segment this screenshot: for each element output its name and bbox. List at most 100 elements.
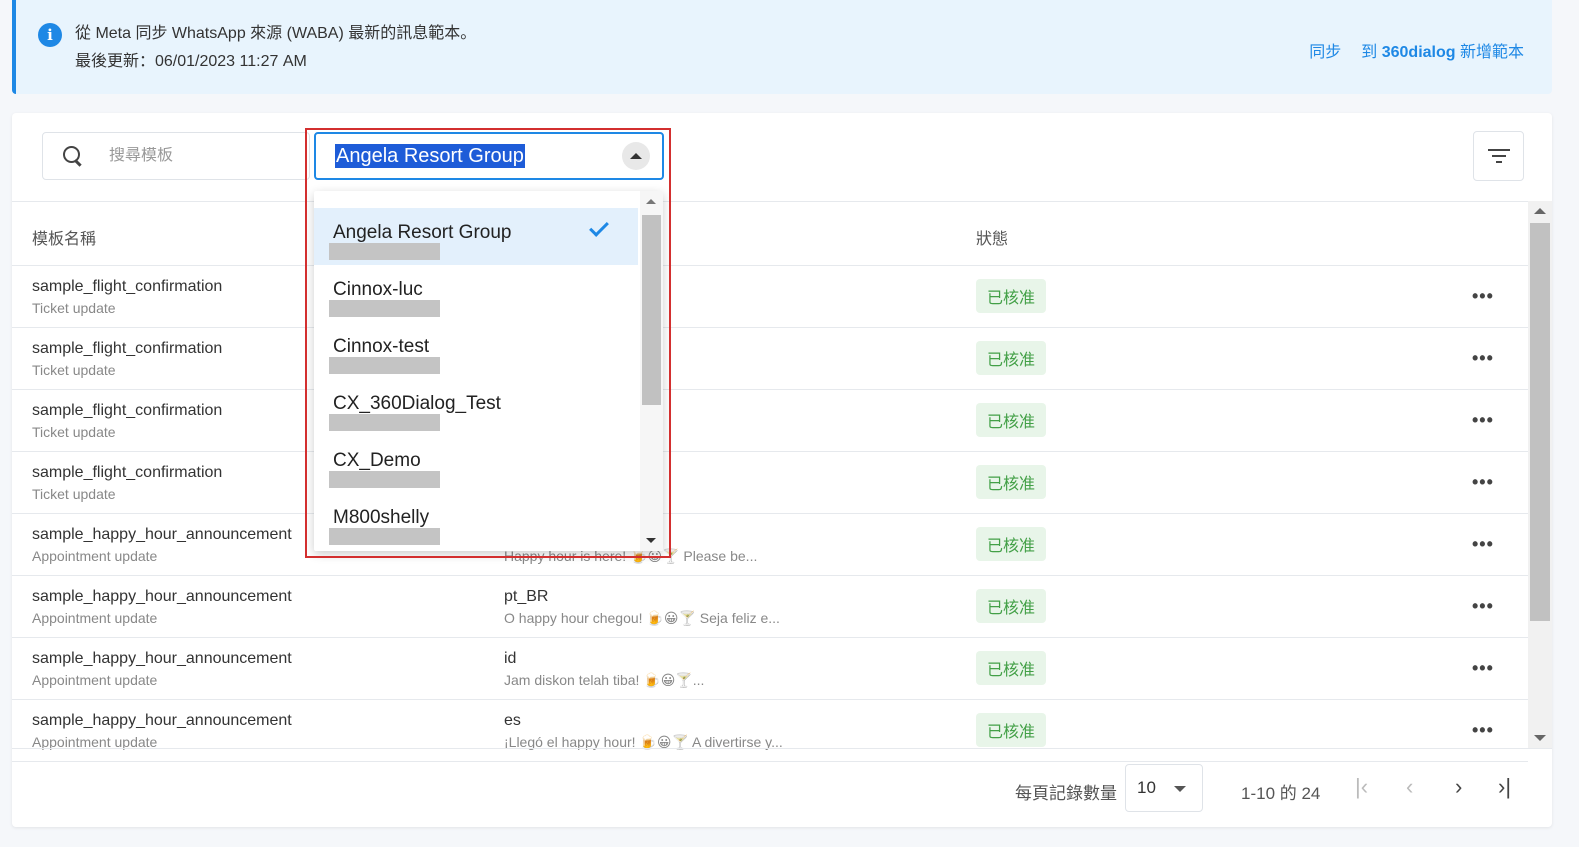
per-page-value: 10 (1137, 778, 1156, 797)
table-row[interactable]: sample_flight_confirmationTicket update{… (12, 452, 1528, 514)
more-actions-icon[interactable]: ••• (1472, 596, 1494, 617)
more-actions-icon[interactable]: ••• (1472, 534, 1494, 555)
chevron-up-icon (630, 153, 642, 159)
templates-table: 模板名稱 狀態 sample_flight_confirmation Ticket… (12, 201, 1528, 762)
template-category: Appointment update (32, 672, 158, 688)
search-box[interactable] (42, 132, 310, 180)
header-status[interactable]: 狀態 (976, 225, 1008, 249)
status-badge: 已核准 (976, 403, 1047, 437)
template-preview: O happy hour chegou! 🍺😀🍸 Seja feliz e... (504, 610, 780, 626)
page-range: 1-10 的 24 (1241, 784, 1321, 803)
redacted-subtext (329, 414, 440, 431)
dropdown-scroll-up-icon[interactable] (646, 199, 656, 204)
template-category: Ticket update (32, 300, 116, 316)
check-icon (589, 217, 609, 237)
table-row[interactable]: sample_flight_confirmationTicket updaten… (12, 390, 1528, 452)
table-row[interactable]: sample_flight_confirmationTicket updated… (12, 266, 1528, 328)
status-badge: 已核准 (976, 279, 1047, 313)
scroll-up-icon[interactable] (1534, 208, 1546, 214)
template-name: sample_flight_confirmation (32, 278, 223, 295)
template-category: Ticket update (32, 424, 116, 440)
dropdown-option[interactable]: CX_360Dialog_Test (314, 379, 638, 436)
dropdown-option[interactable]: Angela Resort Group (314, 208, 638, 265)
dropdown-option[interactable]: Cinnox-luc (314, 265, 638, 322)
template-name: sample_happy_hour_announcement (32, 650, 292, 667)
redacted-subtext (329, 300, 440, 317)
chevron-down-icon (1174, 786, 1186, 792)
dropdown-scroll-thumb[interactable] (642, 215, 661, 405)
status-badge: 已核准 (976, 465, 1047, 499)
status-badge: 已核准 (976, 713, 1047, 747)
status-badge: 已核准 (976, 589, 1047, 623)
option-label: CX_Demo (333, 450, 421, 471)
account-select-value: Angela Resort Group (335, 144, 525, 168)
dropdown-option[interactable]: CX_Demo (314, 436, 638, 493)
template-name: sample_happy_hour_announcement (32, 526, 292, 543)
template-language: id (504, 650, 517, 667)
more-actions-icon[interactable]: ••• (1472, 410, 1494, 431)
more-actions-icon[interactable]: ••• (1472, 348, 1494, 369)
dropdown-option[interactable]: M800shelly (314, 493, 638, 550)
template-name: sample_flight_confirmation (32, 402, 223, 419)
per-page-select[interactable]: 10 (1125, 764, 1203, 812)
template-category: Appointment update (32, 610, 158, 626)
redacted-subtext (329, 528, 440, 545)
dropdown-option[interactable]: Cinnox-test (314, 322, 638, 379)
status-badge: 已核准 (976, 341, 1047, 375)
pagination: 每頁記錄數量 10 1-10 的 24 |‹ ‹ › ›| (12, 748, 1552, 827)
status-badge: 已核准 (976, 651, 1047, 685)
template-preview: Jam diskon telah tiba! 🍺😀🍸... (504, 672, 705, 688)
header-template-name[interactable]: 模板名稱 (32, 225, 96, 249)
next-page-icon[interactable]: › (1455, 775, 1462, 799)
dropdown-toggle[interactable] (622, 142, 650, 170)
templates-card: 模板名稱 狀態 sample_flight_confirmation Ticket… (12, 113, 1552, 827)
sync-link[interactable]: 同步 (1309, 38, 1341, 62)
more-actions-icon[interactable]: ••• (1472, 658, 1494, 679)
prev-page-icon[interactable]: ‹ (1406, 775, 1413, 799)
template-category: Ticket update (32, 486, 116, 502)
last-updated-text: 最後更新：06/01/2023 11:27 AM (75, 53, 307, 70)
template-language: es (504, 712, 521, 729)
table-row[interactable]: sample_flight_confirmationTicket updatei… (12, 328, 1528, 390)
dropdown-scrollbar[interactable] (640, 191, 663, 551)
table-scrollbar[interactable] (1528, 201, 1552, 748)
search-input[interactable] (109, 147, 289, 165)
table-header: 模板名稱 狀態 (12, 201, 1528, 266)
account-select[interactable]: Angela Resort Group (314, 132, 664, 180)
table-row[interactable]: sample_happy_hour_announcement Appointmen… (12, 638, 1528, 700)
template-name: sample_flight_confirmation (32, 340, 223, 357)
table-row[interactable]: sample_happy_hour_announcement Appointmen… (12, 514, 1528, 576)
scroll-thumb[interactable] (1530, 223, 1550, 621)
banner-message: 從 Meta 同步 WhatsApp 來源 (WABA) 最新的訊息範本。 (75, 25, 477, 42)
more-actions-icon[interactable]: ••• (1472, 286, 1494, 307)
table-body: sample_flight_confirmationTicket updated… (12, 266, 1528, 762)
search-icon (61, 144, 85, 168)
account-dropdown-menu: Angela Resort Group Cinnox-luc Cinnox-test… (314, 191, 663, 551)
add-template-prefix: 到 (1361, 44, 1378, 61)
template-name: sample_happy_hour_announcement (32, 712, 292, 729)
more-actions-icon[interactable]: ••• (1472, 472, 1494, 493)
scroll-down-icon[interactable] (1534, 735, 1546, 741)
option-label: Angela Resort Group (333, 222, 512, 243)
banner-actions: 同步 到 360dialog 新增範本 (1309, 38, 1524, 62)
option-label: M800shelly (333, 507, 430, 528)
dropdown-scroll-down-icon[interactable] (646, 538, 656, 543)
template-name: sample_flight_confirmation (32, 464, 223, 481)
filter-button[interactable] (1473, 131, 1524, 181)
option-label: Cinnox-luc (333, 279, 423, 300)
add-template-brand: 360dialog (1381, 44, 1456, 61)
first-page-icon[interactable]: |‹ (1355, 775, 1368, 799)
more-actions-icon[interactable]: ••• (1472, 720, 1494, 741)
redacted-subtext (329, 357, 440, 374)
info-icon: i (38, 23, 62, 47)
last-page-icon[interactable]: ›| (1498, 775, 1511, 799)
template-category: Appointment update (32, 548, 158, 564)
option-label: CX_360Dialog_Test (333, 393, 501, 414)
table-row[interactable]: sample_happy_hour_announcement Appointmen… (12, 576, 1528, 638)
redacted-subtext (329, 471, 440, 488)
option-label: Cinnox-test (333, 336, 430, 357)
template-name: sample_happy_hour_announcement (32, 588, 292, 605)
template-language: pt_BR (504, 588, 549, 605)
per-page-label: 每頁記錄數量 (1015, 784, 1117, 803)
add-template-link[interactable]: 到 360dialog 新增範本 (1361, 38, 1524, 62)
